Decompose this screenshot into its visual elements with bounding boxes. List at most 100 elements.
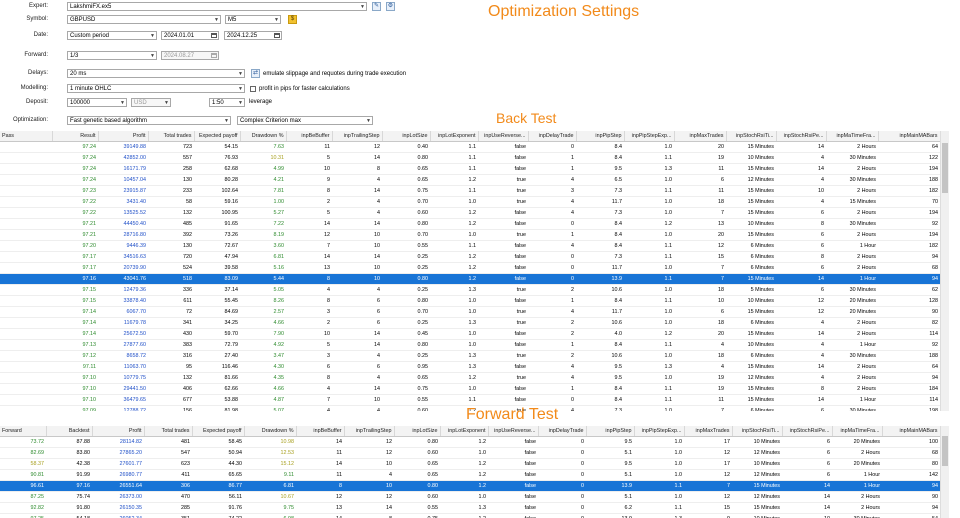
table-row[interactable]: 97.15 33878.40 611 55.45 8.26 8 6 0.80 1.0 false 1… — [0, 295, 940, 307]
column-header-backtest[interactable]: Backtest — [46, 426, 93, 437]
table-row[interactable]: 97.14 6067.70 72 84.69 2.57 3 6 0.70 1.0 true 4 11.… — [0, 306, 940, 318]
table-row[interactable]: 97.20 9446.39 130 72.67 3.60 7 10 0.55 1.1 false 4… — [0, 240, 940, 252]
column-header-inpmatimefra[interactable]: inpMaTimeFra... — [826, 131, 879, 142]
column-header-result[interactable]: Result — [52, 131, 99, 142]
column-header-inppipstepexp[interactable]: inpPipStepExp... — [624, 131, 675, 142]
forward-select[interactable]: 1/3 ▼ — [67, 51, 157, 60]
symbol-select[interactable]: GBPUSD ▼ — [67, 15, 221, 24]
modelling-select[interactable]: 1 minute OHLC ▼ — [67, 84, 245, 93]
cell-inpstochrsipe: 6 — [776, 284, 826, 296]
column-header-total-trades[interactable]: Total trades — [144, 426, 193, 437]
column-header-inplotexponent[interactable]: inpLotExponent — [430, 131, 479, 142]
column-header-inpdelaytrade[interactable]: inpDelayTrade — [528, 131, 577, 142]
table-row[interactable]: 92.82 91.80 26150.35 285 91.76 9.75 13 14 0.55 1.… — [0, 502, 940, 514]
column-header-inptrailingstep[interactable]: inpTrailingStep — [332, 131, 383, 142]
column-header-inpbebuffer[interactable]: inpBeBuffer — [296, 426, 345, 437]
column-header-inppipstep[interactable]: inpPipStep — [576, 131, 625, 142]
table-row[interactable]: 97.10 29441.50 406 62.66 4.66 4 14 0.75 1.0 false… — [0, 383, 940, 395]
delays-select[interactable]: 20 ms ▼ — [67, 69, 245, 78]
column-header-inpmatimefra[interactable]: inpMaTimeFra... — [832, 426, 883, 437]
column-header-inpstochrsiti[interactable]: inpStochRsiTi... — [732, 426, 783, 437]
table-row[interactable]: 58.37 42.38 27601.77 623 44.30 15.12 14 10 0.65 1… — [0, 458, 940, 470]
column-header-total-trades[interactable]: Total trades — [148, 131, 195, 142]
table-row[interactable]: 97.24 42852.00 557 76.93 10.31 5 14 0.80 1.1 fals… — [0, 152, 940, 164]
criterion-select[interactable]: Complex Criterion max ▼ — [237, 116, 373, 125]
column-header-inpmainmabars[interactable]: inpMainMABars — [882, 426, 940, 437]
table-row[interactable]: 97.15 12479.36 336 37.14 5.05 4 4 0.25 1.3 true 2 1… — [0, 284, 940, 296]
scrollbar-thumb[interactable] — [942, 143, 948, 193]
column-header-inpstochrsipe[interactable]: inpStochRsiPe... — [776, 131, 827, 142]
column-header-inpmaxtrades[interactable]: inpMaxTrades — [674, 131, 727, 142]
column-header-inplotsize[interactable]: inpLotSize — [382, 131, 431, 142]
column-header-inpstochrsiti[interactable]: inpStochRsiTi... — [726, 131, 777, 142]
cell-inpusereverse: false — [478, 163, 528, 175]
table-row[interactable]: 97.17 34516.63 720 47.94 6.81 14 14 0.25 1.2 fals… — [0, 251, 940, 263]
table-row[interactable]: 97.21 44450.40 485 91.65 7.22 14 14 0.80 1.2 fals… — [0, 218, 940, 230]
column-header-profit[interactable]: Profit — [92, 426, 145, 437]
column-header-expected-payoff[interactable]: Expected payoff — [194, 131, 241, 142]
table-row[interactable]: 97.10 36479.65 677 53.88 4.87 7 10 0.55 1.1 false… — [0, 394, 940, 406]
table-row[interactable]: 97.2554.1826052.3435174.226.981480.751.2… — [0, 513, 940, 518]
date-from-field[interactable]: 2024.01.01 — [161, 31, 219, 40]
optimization-select[interactable]: Fast genetic based algorithm ▼ — [67, 116, 231, 125]
column-header-drawdown[interactable]: Drawdown % — [240, 131, 287, 142]
column-header-inppipstep[interactable]: inpPipStep — [586, 426, 635, 437]
column-header-pass[interactable]: Pass — [0, 131, 53, 142]
currency-select[interactable]: USD ▼ — [131, 98, 171, 107]
cell-inplotsize: 0.80 — [382, 273, 430, 285]
table-row[interactable]: 97.14 25672.50 430 59.70 7.90 10 14 0.45 1.0 fals… — [0, 328, 940, 340]
column-header-inppipstepexp[interactable]: inpPipStepExp... — [634, 426, 685, 437]
column-header-inplotsize[interactable]: inpLotSize — [394, 426, 441, 437]
table-row[interactable]: 97.10 10779.75 132 81.66 4.35 8 4 0.65 1.2 true 4 9… — [0, 372, 940, 384]
date-mode-select[interactable]: Custom period ▼ — [67, 31, 157, 40]
table-row[interactable]: 97.24 10457.04 130 80.28 4.21 9 4 0.65 1.2 true 4 6… — [0, 174, 940, 186]
cell-inpmaxtrades: 11 — [674, 394, 726, 406]
leverage-select[interactable]: 1:50 ▼ — [209, 98, 245, 107]
column-header-inpusereverse[interactable]: inpUseReverse... — [488, 426, 539, 437]
column-header-inpdelaytrade[interactable]: inpDelayTrade — [538, 426, 587, 437]
table-row[interactable]: 87.25 75.74 26373.00 470 56.11 10.67 12 12 0.60 1… — [0, 491, 940, 503]
column-header-inplotexponent[interactable]: inpLotExponent — [440, 426, 489, 437]
column-header-inpbebuffer[interactable]: inpBeBuffer — [286, 131, 333, 142]
table-row[interactable]: 97.13 27877.60 383 72.79 4.92 5 14 0.80 1.0 false… — [0, 339, 940, 351]
forward-test-scrollbar[interactable] — [940, 426, 949, 518]
column-header-profit[interactable]: Profit — [98, 131, 149, 142]
column-header-inpmainmabars[interactable]: inpMainMABars — [878, 131, 940, 142]
table-row[interactable]: 97.24 16171.79 258 62.68 4.99 10 8 0.65 1.1 false… — [0, 163, 940, 175]
cell-inppipstep: 7.3 — [576, 405, 624, 411]
edit-expert-icon[interactable]: ✎ — [372, 2, 381, 11]
table-row[interactable]: 97.14 11679.78 341 34.25 4.66 2 6 0.25 1.3 true 2 1… — [0, 317, 940, 329]
delays-settings-icon[interactable]: ⇄ — [251, 69, 260, 78]
column-header-expected-payoff[interactable]: Expected payoff — [192, 426, 245, 437]
expert-select[interactable]: LakshmiFX.ex5 ▼ — [67, 2, 367, 11]
timeframe-select[interactable]: M5 ▼ — [225, 15, 281, 24]
scrollbar-thumb[interactable] — [942, 436, 948, 466]
symbol-properties-icon[interactable]: $ — [288, 15, 297, 24]
table-row[interactable]: 97.22 3431.40 58 59.16 1.00 2 4 0.70 1.0 true 4 11.… — [0, 196, 940, 208]
forward-date-field[interactable]: 2024.08.27 — [161, 51, 219, 60]
table-row[interactable]: 97.17 20739.90 524 39.58 5.16 13 10 0.25 1.2 fals… — [0, 262, 940, 274]
table-row[interactable]: 82.69 83.80 27865.20 547 50.94 12.53 11 12 0.60 1… — [0, 447, 940, 459]
column-header-inpusereverse[interactable]: inpUseReverse... — [478, 131, 529, 142]
table-row[interactable]: 97.16 43041.76 518 83.09 5.44 8 10 0.80 1.2 false… — [0, 273, 940, 285]
table-row[interactable]: 97.22 13525.52 132 100.95 5.27 5 4 0.60 1.2 false… — [0, 207, 940, 219]
table-row[interactable]: 97.24 39149.88 723 54.15 7.63 11 12 0.40 1.1 fals… — [0, 141, 940, 153]
table-row[interactable]: 97.12 8658.72 316 27.40 3.47 3 4 0.25 1.3 true 2 10… — [0, 350, 940, 362]
column-header-inptrailingstep[interactable]: inpTrailingStep — [344, 426, 395, 437]
table-row[interactable]: 90.81 91.99 26980.77 411 65.65 9.11 11 4 0.65 1.2… — [0, 469, 940, 481]
deposit-field[interactable]: 100000 ▼ — [67, 98, 127, 107]
cell-inpmatimefra: 20 Minutes — [832, 436, 882, 448]
table-row[interactable]: 97.11 11063.70 95 116.46 4.30 6 6 0.95 1.3 false 4… — [0, 361, 940, 373]
table-row[interactable]: 97.23 23915.87 233 102.64 7.81 8 14 0.75 1.1 true… — [0, 185, 940, 197]
column-header-drawdown[interactable]: Drawdown % — [244, 426, 297, 437]
date-to-field[interactable]: 2024.12.25 — [224, 31, 282, 40]
profit-in-pips-checkbox[interactable] — [250, 86, 256, 92]
table-row[interactable]: 97.21 28716.80 392 73.26 8.19 12 10 0.70 1.0 true… — [0, 229, 940, 241]
expert-settings-icon[interactable]: ⚙ — [386, 2, 395, 11]
back-test-scrollbar[interactable] — [940, 131, 949, 411]
column-header-forward[interactable]: Forward — [0, 426, 47, 437]
column-header-inpstochrsipe[interactable]: inpStochRsiPe... — [782, 426, 833, 437]
table-row[interactable]: 96.61 97.16 26551.64 306 86.77 6.81 8 10 0.80 1.2… — [0, 480, 940, 492]
table-row[interactable]: 73.72 87.88 28114.82 481 58.45 10.98 14 12 0.80 1… — [0, 436, 940, 448]
column-header-inpmaxtrades[interactable]: inpMaxTrades — [684, 426, 733, 437]
